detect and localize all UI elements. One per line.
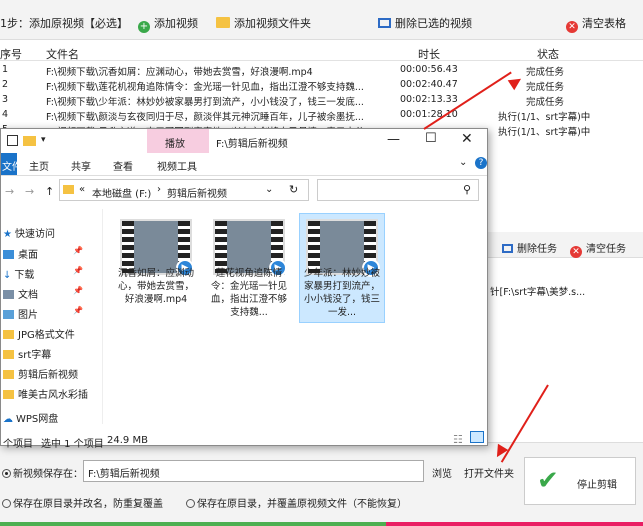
nav-desktop[interactable]: 桌面 — [3, 246, 38, 261]
search-icon[interactable]: ⚲ — [463, 183, 471, 196]
folder-icon — [3, 330, 14, 339]
tab-view[interactable]: 查看 — [113, 158, 133, 173]
radio-icon — [2, 469, 11, 478]
back-icon[interactable]: → — [5, 185, 14, 198]
header-divider — [0, 60, 643, 61]
breadcrumb-separator-icon: › — [157, 184, 161, 195]
file-name[interactable]: 莲花视角追陈情令：金光瑶一针见血，指出江澄不够支持魏... — [207, 267, 291, 319]
main-toolbar: 1步：添加原视频【必选】 + 添加视频 添加视频文件夹 删除已选的视频 ✕ 清空表格 — [0, 0, 643, 40]
tab-share[interactable]: 共享 — [71, 158, 91, 173]
folder-icon — [23, 136, 36, 146]
clear-task-button[interactable]: ✕ 清空任务 — [570, 240, 626, 258]
nav-srt-folder[interactable]: srt字幕 — [3, 346, 51, 361]
table-row[interactable]: 4 F:\视频下载\颜淡与玄夜同归于尽，颜淡伴其元神沉睡百年，儿子被余墨抚...… — [0, 108, 643, 123]
refresh-icon[interactable]: ↻ — [289, 183, 298, 196]
monitor-icon — [378, 18, 391, 28]
window-title: F:\剪辑后新视频 — [216, 139, 288, 150]
task-log-text: 针[F:\srt字幕\美梦.s... — [490, 287, 586, 298]
stop-edit-button[interactable]: ✔ 停止剪辑 — [524, 457, 636, 505]
cloud-icon: ☁ — [3, 414, 13, 425]
open-folder-button[interactable]: 打开文件夹 — [464, 465, 514, 480]
status-item-count: 个项目 — [3, 439, 33, 450]
nav-wps-drive[interactable]: ☁ WPS网盘 — [3, 410, 58, 425]
tab-home[interactable]: 主页 — [29, 158, 49, 173]
breadcrumb-drive[interactable]: 本地磁盘 (F:) — [92, 185, 151, 200]
nav-quick-access[interactable]: ★ 快速访问 — [3, 225, 55, 240]
star-icon: ★ — [3, 229, 12, 240]
desktop-icon — [3, 250, 14, 259]
progress-strip — [0, 522, 643, 526]
status-selected: 选中 1 个项目 — [41, 439, 104, 450]
nav-documents[interactable]: 文档 — [3, 286, 38, 301]
delete-selected-button[interactable]: 删除已选的视频 — [378, 15, 472, 31]
nav-output-folder[interactable]: 剪辑后新视频 — [3, 366, 78, 381]
forward-icon[interactable]: → — [25, 185, 34, 198]
file-explorer-window[interactable]: ▾ 播放 F:\剪辑后新视频 — ☐ ✕ 文件 主页 共享 查看 视频工具 ⌄ … — [0, 128, 488, 450]
radio-icon — [2, 499, 11, 508]
download-icon: ↓ — [3, 270, 12, 281]
nav-jpg-folder[interactable]: JPG格式文件 — [3, 326, 75, 341]
document-icon — [3, 290, 14, 299]
nav-watercolor-folder[interactable]: 唯美古风水彩插 — [3, 386, 88, 401]
folder-icon — [3, 370, 14, 379]
stop-edit-label: 停止剪辑 — [577, 480, 617, 491]
search-input[interactable] — [317, 179, 479, 201]
add-folder-button[interactable]: 添加视频文件夹 — [216, 15, 311, 31]
table-row[interactable]: 1 F:\视频下载\沉香如屑：应渊动心，带她去赏雪，好浪漫啊.mp4 00:00… — [0, 63, 643, 78]
chevron-down-icon[interactable]: ⌄ — [459, 157, 467, 168]
delete-task-button[interactable]: 删除任务 — [502, 240, 557, 255]
table-row[interactable]: 3 F:\视频下载\少年派：林妙妙被家暴男打到流产，小小钱没了，钱三一发底...… — [0, 93, 643, 108]
large-icons-view-icon[interactable] — [470, 431, 484, 443]
details-view-icon[interactable]: ☷ — [453, 433, 463, 446]
chevron-down-icon[interactable]: ⌄ — [265, 184, 273, 195]
close-icon[interactable]: ✕ — [461, 131, 473, 147]
pin-icon: 📌 — [73, 286, 83, 295]
tab-video-tools[interactable]: 视频工具 — [157, 158, 197, 173]
maximize-icon[interactable]: ☐ — [425, 131, 437, 146]
picture-icon — [3, 310, 14, 319]
breadcrumb-chevron-icon: « — [79, 184, 86, 195]
tab-play[interactable]: 播放 — [165, 135, 185, 150]
save-path-input[interactable]: F:\剪辑后新视频 — [83, 460, 424, 482]
help-icon[interactable]: ? — [475, 157, 487, 169]
rename-option[interactable]: 保存在原目录并改名，防重复覆盖 — [2, 495, 163, 510]
file-name[interactable]: 少年派：林妙妙被家暴男打到流产，小小钱没了，钱三一发... — [300, 267, 384, 319]
ribbon-divider — [1, 175, 487, 176]
breadcrumb-folder[interactable]: 剪辑后新视频 — [167, 185, 227, 200]
tab-file-label: 文件 — [2, 162, 22, 173]
overwrite-option[interactable]: 保存在原目录，并覆盖原视频文件（不能恢复） — [186, 495, 407, 510]
clear-table-button[interactable]: ✕ 清空表格 — [566, 15, 626, 33]
status-size: 24.9 MB — [107, 435, 148, 446]
pin-icon: 📌 — [73, 266, 83, 275]
minimize-icon[interactable]: — — [387, 132, 400, 147]
quick-access-dropdown-icon[interactable]: ▾ — [41, 135, 46, 145]
pin-icon: 📌 — [73, 246, 83, 255]
nav-divider — [102, 209, 103, 424]
file-name[interactable]: 沉香如屑：应渊动心，带她去赏雪，好浪漫啊.mp4 — [114, 267, 198, 306]
nav-downloads[interactable]: ↓ 下载 — [3, 266, 34, 281]
add-video-button[interactable]: + 添加视频 — [138, 15, 198, 33]
step-label: 1步：添加原视频【必选】 — [0, 17, 128, 30]
folder-icon — [63, 185, 74, 194]
folder-icon — [216, 17, 230, 28]
radio-icon — [186, 499, 195, 508]
table-row[interactable]: 2 F:\视频下载\莲花机视角追陈情令：金光瑶一针见血，指出江澄不够支持魏...… — [0, 78, 643, 93]
nav-pictures[interactable]: 图片 — [3, 306, 38, 321]
check-icon: ✔ — [537, 466, 559, 496]
output-settings: 新视频保存在： F:\剪辑后新视频 浏览 打开文件夹 保存在原目录并改名，防重复… — [0, 442, 643, 526]
folder-icon — [3, 350, 14, 359]
browse-button[interactable]: 浏览 — [432, 465, 452, 480]
folder-icon — [3, 390, 14, 399]
plus-icon: + — [138, 21, 150, 33]
pin-icon: 📌 — [73, 306, 83, 315]
checkbox-icon[interactable] — [7, 135, 18, 146]
monitor-icon — [502, 244, 513, 253]
close-icon: ✕ — [570, 246, 582, 258]
task-panel: 删除任务 ✕ 清空任务 针[F:\srt字幕\美梦.s... — [488, 232, 643, 442]
up-icon[interactable]: ↑ — [45, 185, 54, 198]
save-location-option[interactable]: 新视频保存在： — [2, 465, 83, 480]
close-icon: ✕ — [566, 21, 578, 33]
